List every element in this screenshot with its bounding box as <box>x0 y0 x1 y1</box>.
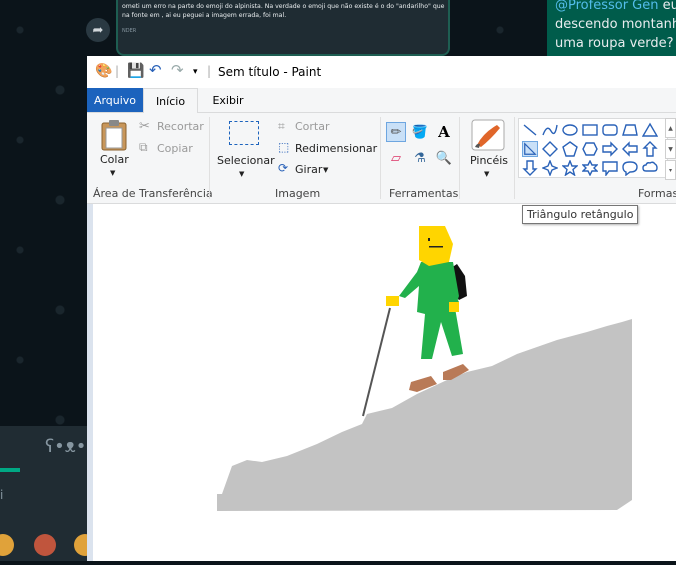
tab-file[interactable]: Arquivo <box>87 88 143 112</box>
climber-right-hand <box>449 302 459 312</box>
window-title: Sem título - Paint <box>218 65 322 79</box>
triangle-shape-icon[interactable] <box>642 122 658 138</box>
group-label-clipboard: Área de Transferência <box>93 187 213 200</box>
five-point-star-shape-icon[interactable] <box>562 160 578 176</box>
separator: | <box>115 64 120 78</box>
line-shape-icon[interactable] <box>522 122 538 138</box>
paint-app-icon[interactable]: 🎨 <box>95 63 112 79</box>
active-tab-indicator <box>0 468 20 472</box>
group-label-shapes: Formas <box>638 187 676 200</box>
crop-button[interactable]: Cortar <box>295 120 330 133</box>
tab-home[interactable]: Início <box>143 88 198 113</box>
message-sender-tag: NDER <box>122 28 137 34</box>
cut-button[interactable]: Recortar <box>157 120 204 133</box>
six-point-star-shape-icon[interactable] <box>582 160 598 176</box>
group-label-image: Imagem <box>275 187 321 200</box>
right-arrow-shape-icon[interactable] <box>602 141 618 157</box>
oval-callout-shape-icon[interactable] <box>622 160 638 176</box>
shape-tooltip: Triângulo retângulo <box>522 205 639 224</box>
paint-window: 🎨 | 💾 ↶ ↷ ▾ | Sem título - Paint Arquivo… <box>87 56 676 561</box>
trekking-pole <box>362 307 391 417</box>
crop-icon: ⌗ <box>278 119 285 133</box>
resize-button[interactable]: Redimensionar <box>295 142 377 155</box>
tab-view[interactable]: Exibir <box>207 88 249 112</box>
canvas-border <box>87 204 93 561</box>
emoji-icon[interactable] <box>34 534 56 556</box>
ribbon-tabs: Arquivo Início Exibir <box>87 88 676 113</box>
divider <box>459 117 460 199</box>
chevron-down-icon[interactable]: ▼ <box>239 170 244 178</box>
chevron-down-icon[interactable]: ▼ <box>323 166 328 174</box>
customize-toolbar-icon[interactable]: ▾ <box>193 67 198 77</box>
pencil-icon[interactable]: ✏ <box>386 122 406 142</box>
chevron-down-icon[interactable]: ▼ <box>665 139 676 159</box>
color-picker-icon[interactable]: ⚗ <box>410 148 430 168</box>
cut-icon: ✂ <box>139 119 150 134</box>
chat-input-panel: ʕ•ᴥ•ʔ i <box>0 426 96 561</box>
chat-message-bubble-outgoing: @Professor Gen eu descendo montanha uma … <box>547 0 676 56</box>
oval-shape-icon[interactable] <box>562 122 578 138</box>
copy-icon: ⧉ <box>139 140 148 154</box>
select-icon[interactable] <box>229 121 259 145</box>
copy-button[interactable]: Copiar <box>157 142 193 155</box>
title-bar: 🎨 | 💾 ↶ ↷ ▾ | Sem título - Paint <box>87 56 676 88</box>
eraser-icon[interactable]: ▱ <box>386 148 406 168</box>
resize-icon: ⬚ <box>278 140 290 154</box>
chevron-down-icon[interactable]: ▼ <box>110 169 115 177</box>
rotate-button[interactable]: Girar <box>295 163 322 176</box>
fill-icon[interactable]: 🪣 <box>410 122 430 142</box>
hexagon-shape-icon[interactable] <box>582 141 598 157</box>
brushes-icon[interactable] <box>471 119 505 151</box>
mention-link[interactable]: @Professor Gen <box>555 0 659 13</box>
select-button[interactable]: Selecionar <box>217 154 275 167</box>
chat-message-bubble: ometi um erro na parte do emoji do alpin… <box>116 0 450 56</box>
shapes-scroll[interactable]: ▲ ▼ ▾ <box>665 118 676 180</box>
left-arrow-shape-icon[interactable] <box>622 141 638 157</box>
divider <box>209 117 210 199</box>
rectangle-shape-icon[interactable] <box>582 122 598 138</box>
message-text: ometi um erro na parte do emoji do alpin… <box>122 3 445 19</box>
right-triangle-shape-icon[interactable] <box>522 141 538 157</box>
paste-icon[interactable] <box>100 119 128 151</box>
separator: | <box>207 64 212 78</box>
save-icon[interactable]: 💾 <box>127 63 144 79</box>
message-text: @Professor Gen eu descendo montanha uma … <box>555 0 676 51</box>
text-icon[interactable]: A <box>434 122 454 142</box>
chevron-up-icon[interactable]: ▲ <box>665 118 676 138</box>
polygon-shape-icon[interactable] <box>622 122 638 138</box>
up-arrow-shape-icon[interactable] <box>642 141 658 157</box>
forward-icon[interactable]: ➦ <box>86 18 110 42</box>
divider <box>514 117 515 199</box>
drawing-canvas[interactable] <box>87 204 676 561</box>
undo-icon[interactable]: ↶ <box>149 61 162 79</box>
curve-shape-icon[interactable] <box>542 122 558 138</box>
rounded-rectangle-shape-icon[interactable] <box>602 122 618 138</box>
down-arrow-shape-icon[interactable] <box>522 160 538 176</box>
pentagon-shape-icon[interactable] <box>562 141 578 157</box>
redo-icon[interactable]: ↷ <box>171 61 184 79</box>
expand-gallery-icon[interactable]: ▾ <box>665 160 676 180</box>
cloud-callout-shape-icon[interactable] <box>642 160 658 176</box>
search-input[interactable]: i <box>0 488 3 502</box>
four-point-star-shape-icon[interactable] <box>542 160 558 176</box>
group-label-tools: Ferramentas <box>389 187 459 200</box>
paste-button[interactable]: Colar <box>100 153 129 166</box>
rectangular-callout-shape-icon[interactable] <box>602 160 618 176</box>
magnifier-icon[interactable]: 🔍 <box>434 148 454 168</box>
ribbon: Colar ▼ ✂ Recortar ⧉ Copiar Área de Tran… <box>87 113 676 204</box>
diamond-shape-icon[interactable] <box>542 141 558 157</box>
shapes-gallery <box>518 118 668 178</box>
divider <box>380 117 381 199</box>
climber-drawing <box>217 226 632 511</box>
tools-group: ✏ 🪣 A ▱ ⚗ 🔍 <box>384 119 454 177</box>
brushes-button[interactable]: Pincéis <box>470 154 508 167</box>
emoji-icon[interactable] <box>0 534 14 556</box>
rotate-icon: ⟳ <box>278 161 289 175</box>
climber-left-hand <box>386 296 399 306</box>
chevron-down-icon[interactable]: ▼ <box>484 170 489 178</box>
